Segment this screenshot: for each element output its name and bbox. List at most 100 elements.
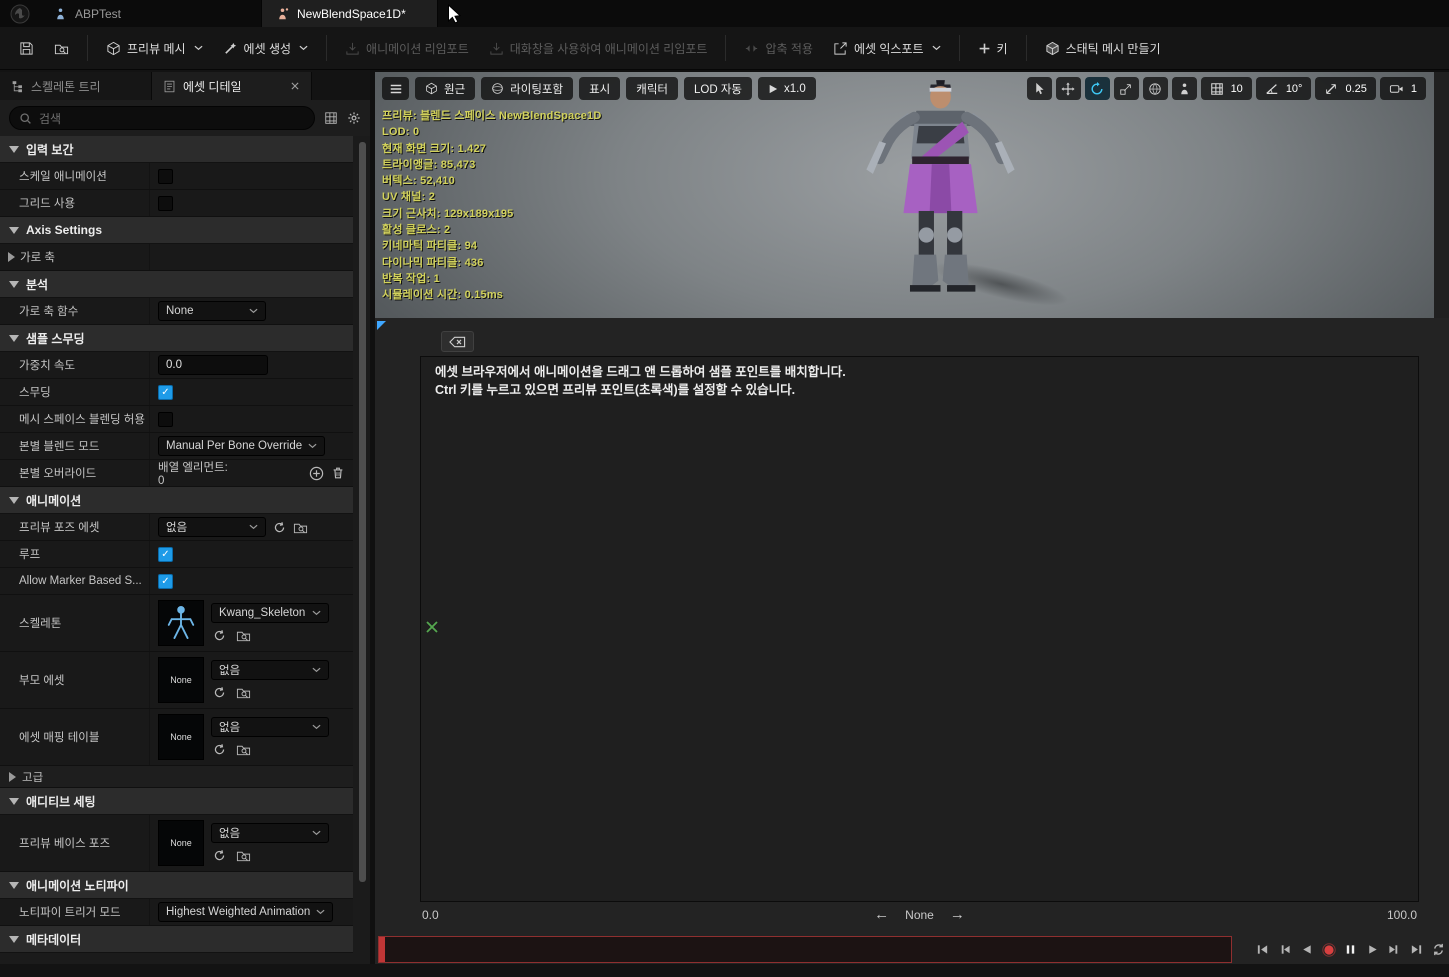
property-row-6[interactable]: 가로 축 함수 None (0, 298, 353, 325)
checkbox[interactable]: ✓ (158, 573, 173, 589)
asset-thumbnail[interactable]: None (158, 714, 204, 760)
window-tab-1[interactable]: NewBlendSpace1D* (262, 0, 438, 27)
blendspace-grid[interactable]: 에셋 브라우저에서 애니메이션을 드래그 앤 드롭하여 샘플 포인트를 배치합니… (420, 356, 1419, 902)
section-header-13[interactable]: 애니메이션 (0, 487, 353, 514)
settings-gear-icon[interactable] (347, 111, 361, 125)
view-mode-menu[interactable]: 라이팅포함 (481, 77, 574, 100)
view-options-icon[interactable] (324, 111, 338, 125)
perspective-menu[interactable]: 원근 (415, 77, 476, 100)
reimport-animation-dialog-button[interactable]: 대화창을 사용하여 애니메이션 리임포트 (480, 33, 717, 63)
camera-speed[interactable]: 1 (1379, 77, 1426, 100)
unreal-logo-icon[interactable] (0, 0, 40, 27)
translate-tool[interactable] (1055, 77, 1081, 100)
export-asset-button[interactable]: 에셋 익스포트 (824, 33, 950, 63)
panel-tab-1[interactable]: 에셋 디테일 (152, 72, 312, 100)
section-header-3[interactable]: Axis Settings (0, 217, 353, 244)
section-header-0[interactable]: 입력 보간 (0, 136, 353, 163)
section-header-25[interactable]: 메타데이터 (0, 926, 353, 953)
checkbox[interactable]: ✓ (158, 384, 173, 400)
asset-thumbnail[interactable]: None (158, 820, 204, 866)
section-header-21[interactable]: 애디티브 세팅 (0, 788, 353, 815)
viewport-3d[interactable]: 원근 라이팅포함 표시 캐릭터 LOD 자동 x1.0 10 10° 0.25 1 프리뷰: 블… (375, 72, 1434, 318)
window-tab-0[interactable]: ABPTest (40, 0, 262, 27)
close-icon[interactable] (290, 81, 300, 91)
checkbox[interactable] (158, 411, 173, 427)
pause-button[interactable] (1340, 938, 1361, 961)
timeline-track[interactable] (378, 936, 1232, 963)
property-row-15[interactable]: 루프 ✓ (0, 541, 353, 568)
panel-tab-0[interactable]: 스켈레톤 트리 (0, 72, 152, 100)
use-selected-asset-icon[interactable] (273, 521, 286, 534)
dropdown[interactable]: None (158, 301, 266, 321)
record-button[interactable] (1318, 938, 1339, 961)
asset-dropdown[interactable]: 없음 (211, 717, 329, 737)
advanced-expander[interactable]: 고급 (0, 766, 353, 788)
go-to-end-button[interactable] (1406, 938, 1427, 961)
preview-point-marker[interactable] (425, 620, 439, 634)
step-forward-button[interactable] (1384, 938, 1405, 961)
browse-to-asset-icon[interactable] (236, 848, 251, 863)
checkbox[interactable] (158, 195, 173, 211)
show-menu[interactable]: 표시 (579, 77, 621, 100)
asset-thumbnail[interactable]: None (158, 657, 204, 703)
timeline-playhead[interactable] (379, 937, 385, 962)
play-forward-button[interactable] (1362, 938, 1383, 961)
asset-dropdown[interactable]: Kwang_Skeleton (211, 603, 329, 623)
details-scrollbar[interactable] (359, 142, 366, 882)
checkbox[interactable] (158, 168, 173, 184)
play-reverse-button[interactable] (1296, 938, 1317, 961)
add-key-button[interactable]: 키 (969, 33, 1017, 63)
reimport-animation-button[interactable]: 애니메이션 리임포트 (336, 33, 478, 63)
asset-dropdown[interactable]: 없음 (211, 823, 329, 843)
grid-snap[interactable]: 10 (1200, 77, 1252, 100)
use-selected-asset-icon[interactable] (213, 742, 226, 757)
property-row-11[interactable]: 본별 블렌드 모드 Manual Per Bone Override (0, 433, 353, 460)
checkbox[interactable]: ✓ (158, 546, 173, 562)
viewport-menu-icon[interactable] (382, 77, 409, 100)
create-asset-button[interactable]: 에셋 생성 (214, 33, 318, 63)
use-selected-asset-icon[interactable] (213, 848, 226, 863)
property-row-14[interactable]: 프리뷰 포즈 에셋 없음 (0, 514, 353, 541)
add-element-icon[interactable] (309, 466, 324, 481)
browse-to-asset-icon[interactable] (236, 742, 251, 757)
use-selected-asset-icon[interactable] (213, 685, 226, 700)
number-input[interactable]: 0.0 (158, 355, 268, 375)
rotation-snap[interactable]: 10° (1255, 77, 1312, 100)
rotate-tool[interactable] (1084, 77, 1110, 100)
coordinate-space-toggle[interactable] (1142, 77, 1168, 100)
browse-to-asset-icon[interactable] (293, 520, 308, 535)
select-tool[interactable] (1026, 77, 1052, 100)
section-header-23[interactable]: 애니메이션 노티파이 (0, 872, 353, 899)
play-speed-menu[interactable]: x1.0 (758, 77, 816, 100)
browse-to-asset-icon[interactable] (236, 685, 251, 700)
search-input[interactable]: 검색 (9, 106, 315, 130)
character-toggle[interactable] (1171, 77, 1197, 100)
property-row-2[interactable]: 그리드 사용 (0, 190, 353, 217)
property-row-8[interactable]: 가중치 속도 0.0 (0, 352, 353, 379)
property-row-10[interactable]: 메시 스페이스 블렌딩 허용 (0, 406, 353, 433)
apply-compression-button[interactable]: 압축 적용 (735, 33, 822, 63)
save-button[interactable] (10, 33, 43, 63)
asset-thumbnail[interactable] (158, 600, 204, 646)
section-header-5[interactable]: 분석 (0, 271, 353, 298)
property-row-9[interactable]: 스무딩 ✓ (0, 379, 353, 406)
dropdown[interactable]: 없음 (158, 517, 266, 537)
character-menu[interactable]: 캐릭터 (626, 77, 678, 100)
property-row-16[interactable]: Allow Marker Based S... ✓ (0, 568, 353, 595)
property-row-1[interactable]: 스케일 애니메이션 (0, 163, 353, 190)
toggle-loop-button[interactable] (1428, 938, 1449, 961)
section-header-7[interactable]: 샘플 스무딩 (0, 325, 353, 352)
property-row-4[interactable]: 가로 축 (0, 244, 353, 271)
back-button[interactable] (441, 331, 474, 352)
make-static-mesh-button[interactable]: 스태틱 메시 만들기 (1036, 33, 1170, 63)
use-selected-asset-icon[interactable] (213, 628, 226, 643)
preview-mesh-button[interactable]: 프리뷰 메시 (97, 33, 212, 63)
property-row-12[interactable]: 본별 오버라이드 배열 엘리먼트: 0 (0, 460, 353, 487)
asset-dropdown[interactable]: 없음 (211, 660, 329, 680)
property-row-24[interactable]: 노티파이 트리거 모드 Highest Weighted Animation (0, 899, 353, 926)
dropdown[interactable]: Highest Weighted Animation (158, 902, 334, 922)
lod-menu[interactable]: LOD 자동 (684, 77, 753, 100)
dropdown[interactable]: Manual Per Bone Override (158, 436, 326, 456)
step-backward-button[interactable] (1274, 938, 1295, 961)
browse-button[interactable] (45, 33, 78, 63)
